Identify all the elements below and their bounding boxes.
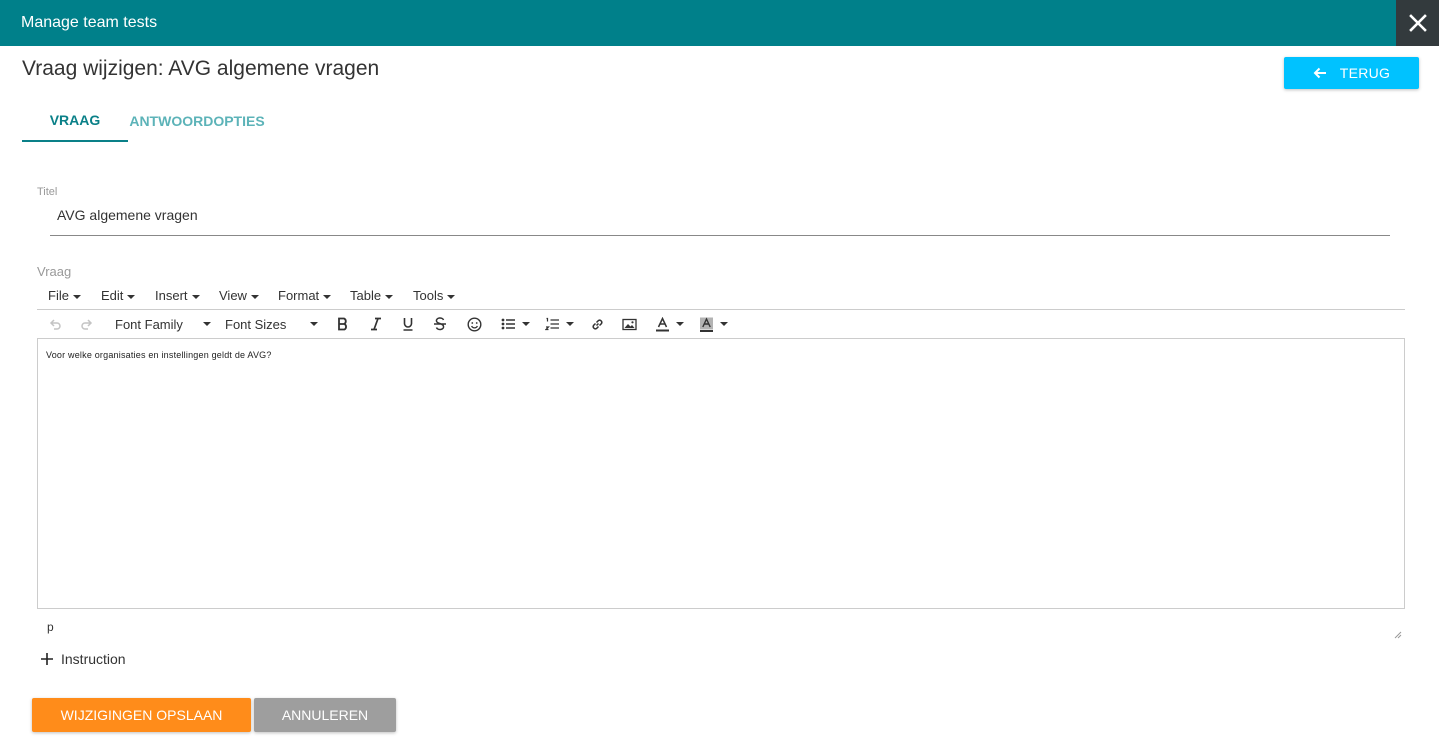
redo-icon [81,319,93,330]
link-button[interactable] [590,314,605,334]
plus-icon [41,653,53,665]
question-editor-content[interactable]: Voor welke organisaties en instellingen … [46,350,272,360]
arrow-left-icon [1313,67,1326,79]
link-icon [592,318,603,330]
caret-down-icon [323,294,332,299]
caret-down-icon [72,294,81,299]
title-field-underline [50,235,1390,236]
text-color-icon [656,316,669,331]
tab-vraag[interactable]: VRAAG [22,100,128,142]
text-color-button[interactable] [655,314,684,334]
title-field-input[interactable]: AVG algemene vragen [57,207,198,223]
redo-button[interactable] [80,314,94,334]
background-color-icon [700,316,713,332]
caret-down-icon [522,322,530,326]
save-changes-button[interactable]: WIJZIGINGEN OPSLAAN [32,698,251,732]
question-label: Vraag [37,264,72,279]
menu-view[interactable]: View [219,288,259,303]
numbered-list-button[interactable] [545,314,574,334]
caret-down-icon [191,294,200,299]
image-button[interactable] [622,314,637,334]
close-button[interactable] [1396,0,1439,46]
font-family-select[interactable]: Font Family [115,314,211,334]
title-field-label: Titel [37,186,58,198]
add-instruction-button[interactable]: Instruction [40,651,126,667]
editor-statusbar: p [37,609,1405,643]
underline-button[interactable] [401,314,415,334]
italic-button[interactable] [369,314,383,334]
underline-icon [403,318,413,331]
numbered-list-icon [545,317,559,331]
app-title: Manage team tests [21,14,158,31]
caret-down-icon [676,322,684,326]
page-title: Vraag wijzigen: AVG algemene vragen [22,57,380,80]
menu-table[interactable]: Table [350,288,394,303]
cancel-button[interactable]: ANNULEREN [254,698,396,732]
close-icon [1408,14,1427,32]
image-icon [622,318,637,330]
bold-icon [338,317,347,331]
caret-down-icon [566,322,574,326]
question-editor-area[interactable]: Voor welke organisaties en instellingen … [37,338,1405,609]
background-color-button[interactable] [699,314,728,334]
italic-icon [371,317,381,331]
menu-insert[interactable]: Insert [155,288,200,303]
undo-icon [49,319,61,330]
emoji-icon [467,316,482,332]
emoji-button[interactable] [467,314,482,334]
caret-down-icon [720,322,728,326]
menu-file[interactable]: File [48,288,81,303]
font-sizes-select[interactable]: Font Sizes [225,314,319,334]
caret-down-icon [250,294,259,299]
bold-button[interactable] [336,314,350,334]
caret-down-icon [127,294,136,299]
menu-format[interactable]: Format [278,288,332,303]
tab-antwoordopties[interactable]: ANTWOORDOPTIES [128,100,266,142]
bullet-list-icon [501,318,515,330]
caret-down-icon [385,294,394,299]
strikethrough-icon [434,317,446,331]
menu-edit[interactable]: Edit [101,288,136,303]
undo-button[interactable] [48,314,62,334]
element-path: p [47,620,54,634]
app-header: Manage team tests [0,0,1439,46]
caret-down-icon [447,294,456,299]
bullet-list-button[interactable] [501,314,530,334]
caret-down-icon [310,322,319,326]
back-button-label: TERUG [1339,65,1391,81]
strikethrough-button[interactable] [433,314,447,334]
add-instruction-label: Instruction [61,651,126,667]
caret-down-icon [202,322,211,326]
back-button[interactable]: TERUG [1284,57,1419,89]
menu-tools[interactable]: Tools [413,288,456,303]
editor-menubar: File Edit Insert View Format Table Tools [37,283,1405,310]
resize-handle-icon[interactable] [1394,631,1402,639]
editor-toolbar: Font Family Font Sizes [37,310,1405,338]
